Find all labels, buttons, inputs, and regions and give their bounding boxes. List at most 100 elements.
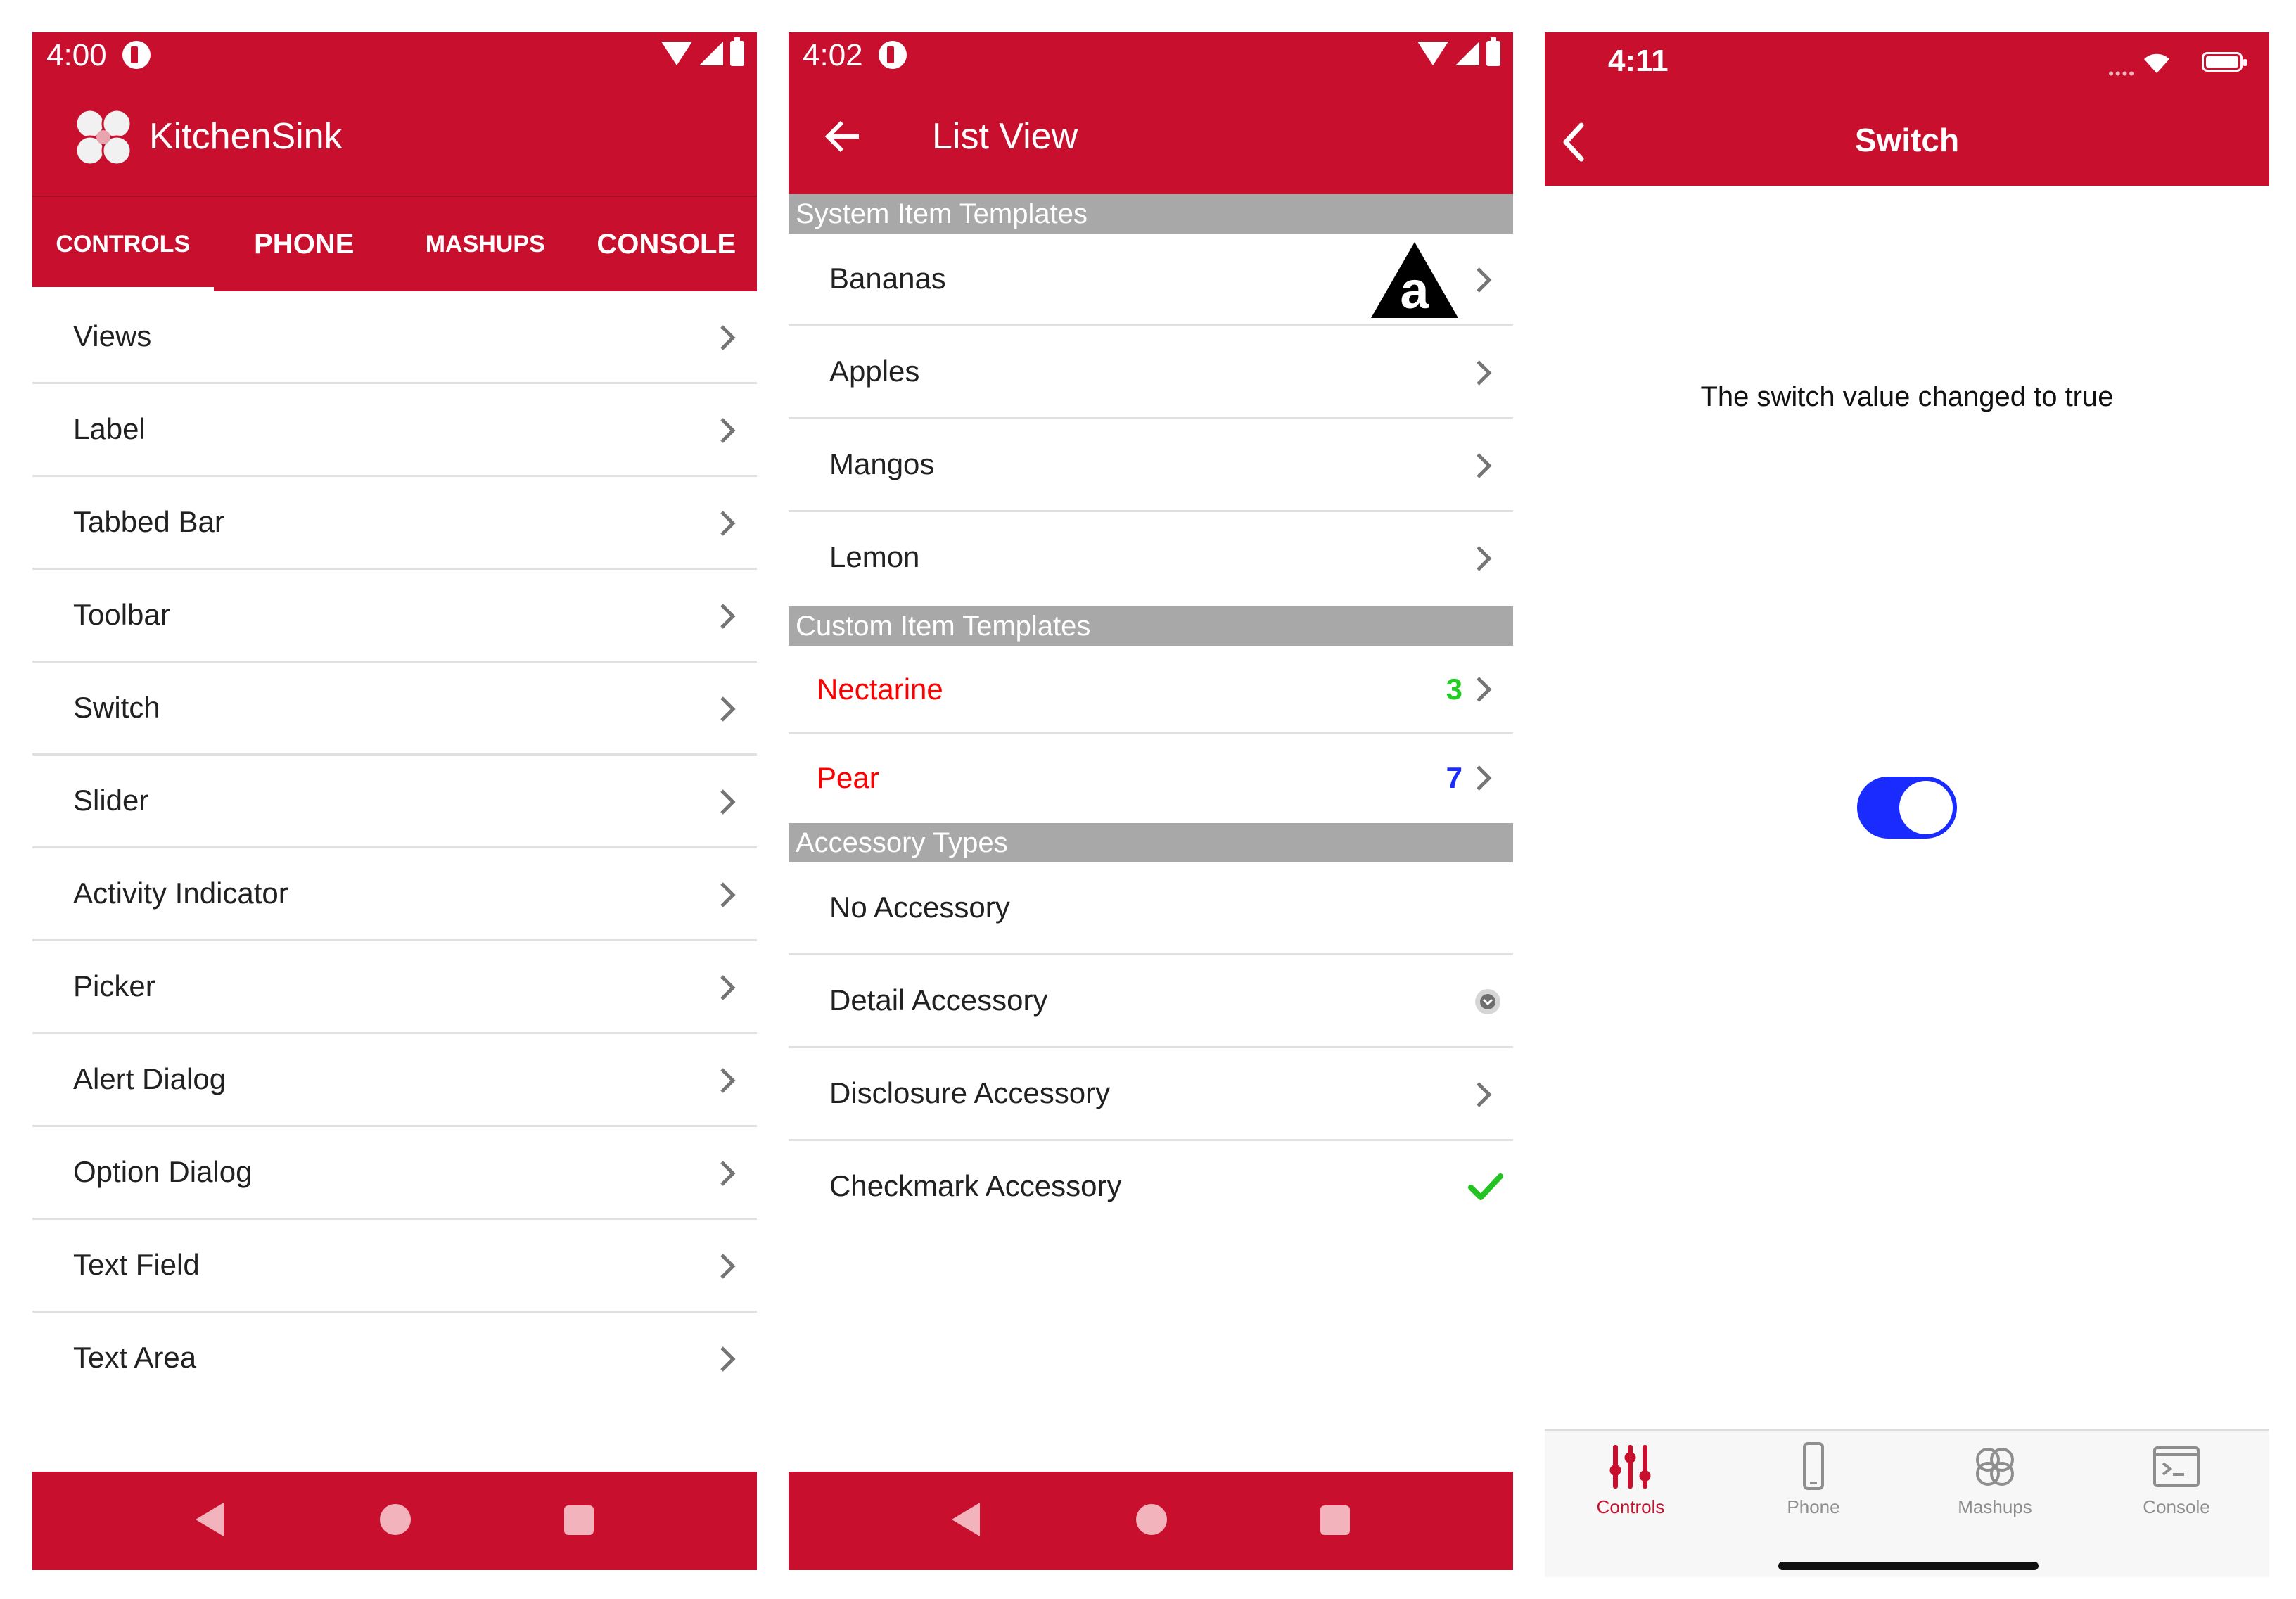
list-item-toolbar[interactable]: Toolbar: [32, 570, 757, 663]
list-item-label[interactable]: Label: [32, 384, 757, 477]
list-item-label: Switch: [73, 691, 160, 724]
custom-item-count: 7: [1446, 761, 1462, 794]
section-header-system: System Item Templates: [789, 194, 1513, 234]
battery-icon: [1486, 37, 1500, 66]
signal-icon: [1455, 42, 1479, 65]
chevron-right-icon: [720, 975, 736, 1000]
list-item-detail-accessory[interactable]: Detail Accessory: [789, 955, 1513, 1048]
list-item-nectarine[interactable]: Nectarine 3: [789, 646, 1513, 734]
chevron-right-icon: [720, 696, 736, 722]
nav-back-button[interactable]: [952, 1503, 980, 1536]
chevron-right-icon: [1477, 1082, 1492, 1107]
custom-item-count: 3: [1446, 673, 1462, 706]
list-item-switch[interactable]: Switch: [32, 663, 757, 756]
status-time: 4:02: [803, 38, 863, 72]
android-nav-bar: [32, 1472, 757, 1570]
tabbar-item-controls[interactable]: Controls: [1560, 1442, 1701, 1518]
bottom-tab-bar: Controls Phone Mashups Console: [1545, 1429, 2269, 1577]
nav-recents-button[interactable]: [1320, 1505, 1350, 1535]
list-item-text-field[interactable]: Text Field: [32, 1220, 757, 1313]
tab-console[interactable]: CONSOLE: [576, 197, 758, 291]
list-item-label: Option Dialog: [73, 1155, 253, 1188]
sliders-icon: [1609, 1445, 1651, 1489]
chevron-right-icon: [720, 882, 736, 907]
list-item-label: No Accessory: [829, 891, 1010, 924]
list-item-label: Picker: [73, 969, 155, 1002]
chevron-right-icon: [1477, 546, 1492, 571]
nav-back-button[interactable]: [196, 1503, 224, 1536]
chevron-right-icon: [720, 511, 736, 536]
list-item-pear[interactable]: Pear 7: [789, 734, 1513, 823]
nav-home-button[interactable]: [1136, 1504, 1167, 1535]
list-item-label: Detail Accessory: [829, 983, 1048, 1017]
chevron-right-icon: [720, 1254, 736, 1279]
list-item-label: Slider: [73, 784, 149, 817]
tab-mashups[interactable]: MASHUPS: [395, 197, 576, 291]
battery-icon: [2202, 52, 2247, 72]
home-indicator: [1778, 1562, 2039, 1570]
tabbar-item-mashups[interactable]: Mashups: [1925, 1442, 2065, 1518]
tabbar-label: Mashups: [1958, 1496, 2032, 1517]
list-view: System Item Templates Bananas a Apples M…: [789, 194, 1513, 1234]
tab-phone[interactable]: PHONE: [214, 197, 395, 291]
checkmark-icon: [1468, 1173, 1503, 1200]
tab-controls[interactable]: CONTROLS: [32, 197, 214, 291]
chevron-right-icon: [720, 1346, 736, 1372]
app-bar: 4:02 List View: [789, 32, 1513, 194]
chevron-right-icon: [720, 1068, 736, 1093]
list-item-views[interactable]: Views: [32, 291, 757, 384]
terminal-icon: [2153, 1446, 2200, 1487]
chevron-right-icon: [1477, 453, 1492, 478]
list-item-activity-indicator[interactable]: Activity Indicator: [32, 848, 757, 941]
chevron-right-icon: [1477, 360, 1492, 386]
list-item-label: Views: [73, 319, 152, 352]
list-item-label: Alert Dialog: [73, 1062, 227, 1095]
list-item-slider[interactable]: Slider: [32, 756, 757, 848]
status-time: 4:11: [1608, 44, 1669, 78]
chevron-right-icon: [1477, 677, 1492, 702]
chevron-right-icon: [720, 604, 736, 629]
list-item-label: Toolbar: [73, 598, 170, 631]
detail-disclosure-icon[interactable]: [1474, 988, 1502, 1016]
tabbar-item-console[interactable]: Console: [2106, 1442, 2247, 1518]
list-item-bananas[interactable]: Bananas a: [789, 234, 1513, 326]
list-item-text-area[interactable]: Text Area: [32, 1313, 757, 1406]
list-item-mangos[interactable]: Mangos: [789, 419, 1513, 512]
section-header-custom: Custom Item Templates: [789, 606, 1513, 646]
list-item-disclosure-accessory[interactable]: Disclosure Accessory: [789, 1048, 1513, 1141]
nav-home-button[interactable]: [380, 1504, 411, 1535]
battery-icon: [730, 37, 744, 66]
list-item-apples[interactable]: Apples: [789, 326, 1513, 419]
list-item-label: Lemon: [829, 540, 920, 573]
top-tabs: CONTROLS PHONE MASHUPS CONSOLE: [32, 196, 757, 291]
controls-list: Views Label Tabbed Bar Toolbar Switch Sl…: [32, 291, 757, 1406]
chevron-right-icon: [720, 418, 736, 443]
tabbar-item-phone[interactable]: Phone: [1743, 1442, 1884, 1518]
list-item-checkmark-accessory[interactable]: Checkmark Accessory: [789, 1141, 1513, 1234]
notification-icon: [122, 41, 151, 69]
app-title: KitchenSink: [149, 116, 343, 157]
list-item-tabbed-bar[interactable]: Tabbed Bar: [32, 477, 757, 570]
chevron-right-icon: [720, 1161, 736, 1186]
nav-recents-button[interactable]: [564, 1505, 594, 1535]
wifi-icon: [2144, 53, 2169, 73]
android-nav-bar: [789, 1472, 1513, 1570]
chevron-right-icon: [720, 789, 736, 815]
list-item-option-dialog[interactable]: Option Dialog: [32, 1127, 757, 1220]
phone-icon: [1803, 1442, 1824, 1490]
list-item-lemon[interactable]: Lemon: [789, 512, 1513, 606]
app-bar: 4:00 KitchenSink CONTROLS PHONE MASHUPS …: [32, 32, 757, 291]
appcelerator-logo-icon: a: [1371, 242, 1458, 319]
list-item-alert-dialog[interactable]: Alert Dialog: [32, 1034, 757, 1127]
kitchensink-controls-screen: 4:00 KitchenSink CONTROLS PHONE MASHUPS …: [32, 32, 757, 1570]
list-item-no-accessory[interactable]: No Accessory: [789, 862, 1513, 955]
chevron-right-icon: [1477, 765, 1492, 791]
list-item-label: Activity Indicator: [73, 877, 288, 910]
list-item-label: Tabbed Bar: [73, 505, 224, 538]
switch-knob: [1899, 781, 1953, 834]
back-arrow-icon[interactable]: [822, 115, 865, 158]
chevron-right-icon: [1477, 267, 1492, 293]
list-item-label: Text Field: [73, 1248, 200, 1281]
list-item-picker[interactable]: Picker: [32, 941, 757, 1034]
switch-toggle[interactable]: [1857, 777, 1957, 839]
